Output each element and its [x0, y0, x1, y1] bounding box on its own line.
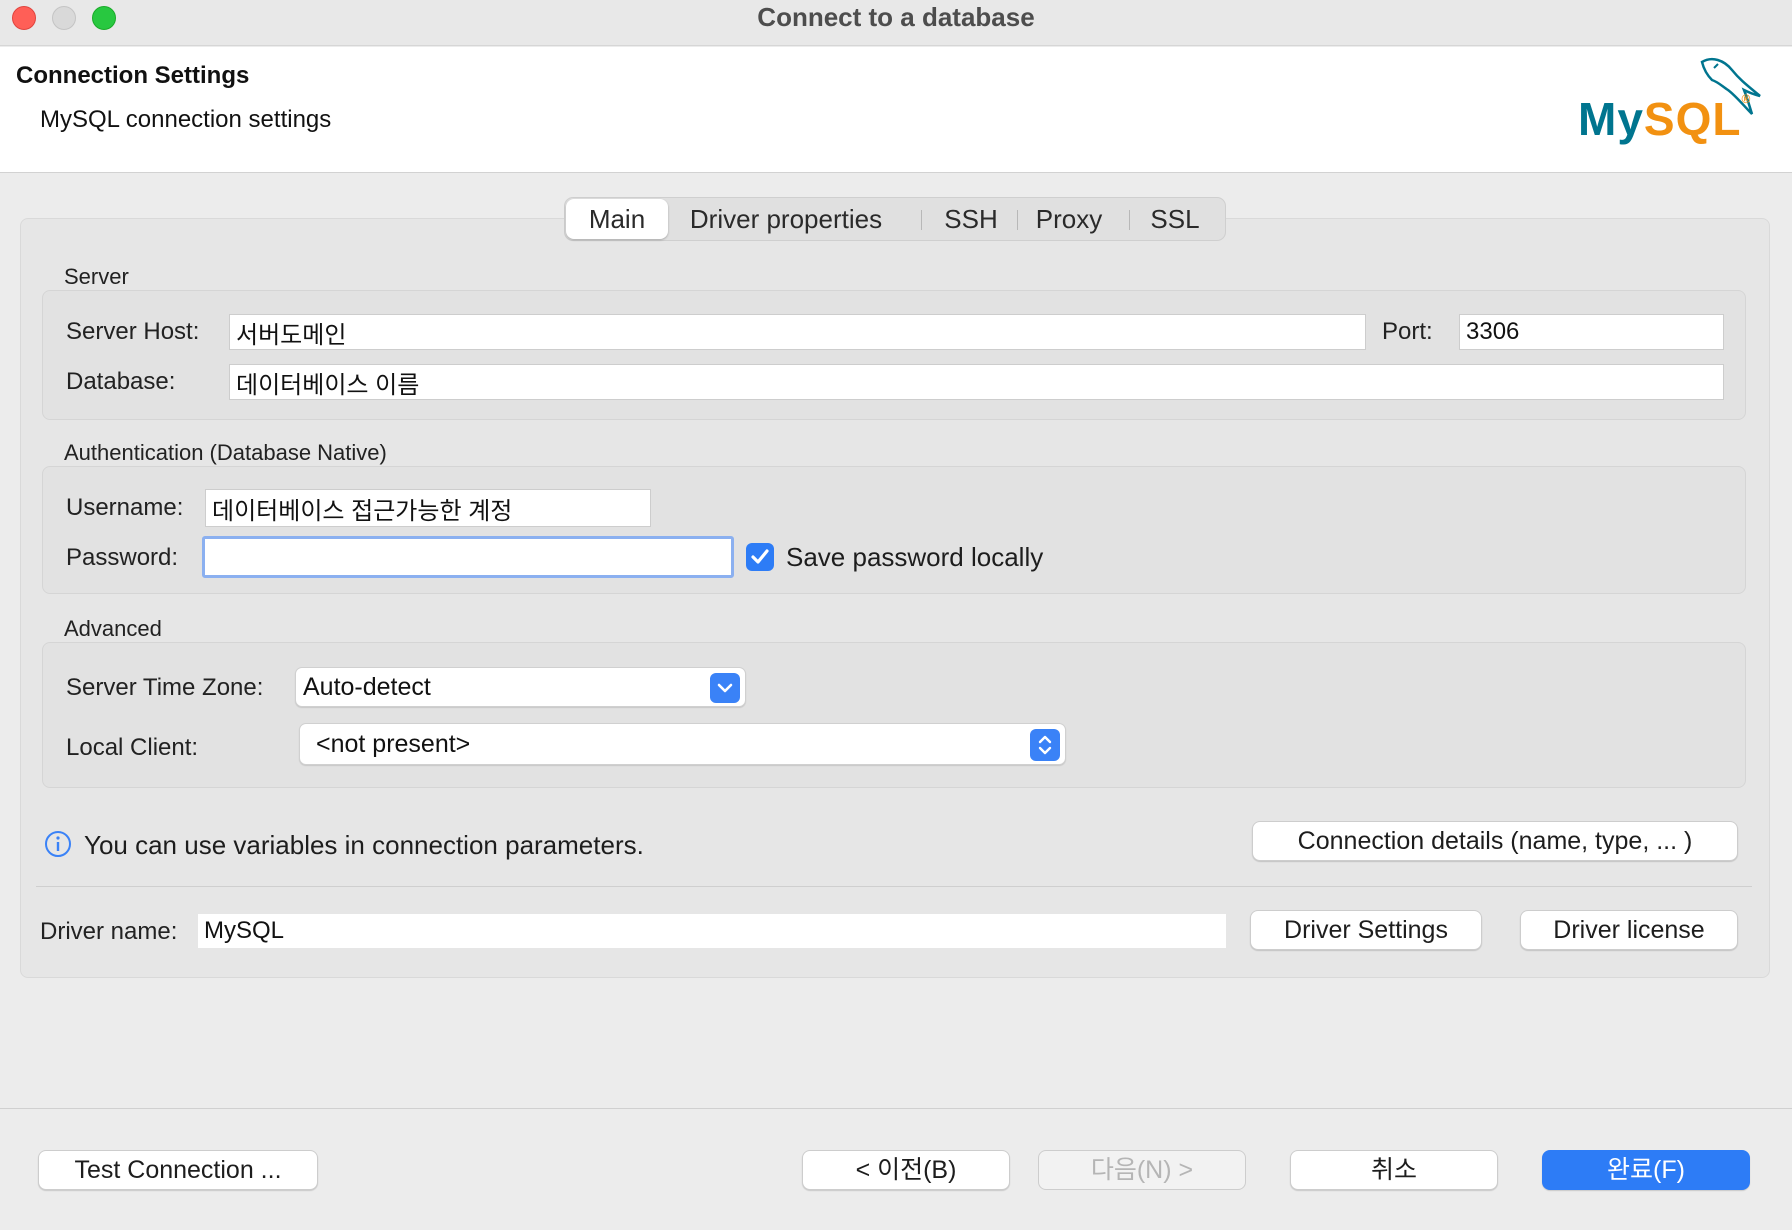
local-client-value: <not present>	[316, 730, 471, 758]
stepper-updown-icon[interactable]	[1030, 729, 1060, 761]
port-label: Port:	[1382, 318, 1433, 345]
tab-proxy[interactable]: Proxy	[1021, 198, 1117, 240]
database-input[interactable]	[229, 364, 1724, 400]
tab-ssl[interactable]: SSL	[1133, 198, 1217, 240]
server-group	[42, 290, 1746, 420]
database-label: Database:	[66, 368, 176, 395]
tab-driver-properties[interactable]: Driver properties	[675, 198, 897, 240]
tab-separator	[1129, 210, 1130, 230]
footer-divider	[0, 1108, 1792, 1109]
finish-button[interactable]: 완료(F)	[1542, 1150, 1750, 1190]
tab-main[interactable]: Main	[566, 199, 668, 239]
window-title: Connect to a database	[757, 2, 1035, 32]
driver-name-label: Driver name:	[40, 918, 178, 945]
connection-details-button[interactable]: Connection details (name, type, ... )	[1252, 821, 1738, 861]
password-label: Password:	[66, 544, 179, 571]
server-group-label: Server	[64, 264, 129, 289]
auth-group-label: Authentication (Database Native)	[64, 440, 387, 465]
next-button[interactable]: 다음(N) >	[1038, 1150, 1246, 1190]
port-input[interactable]	[1459, 314, 1724, 350]
driver-name-field	[198, 914, 1226, 948]
username-label: Username:	[66, 494, 184, 521]
chevron-down-icon[interactable]	[710, 673, 740, 703]
local-client-select[interactable]: <not present>	[299, 723, 1066, 765]
mysql-logo: MySQL®	[1572, 52, 1782, 162]
tab-ssh[interactable]: SSH	[927, 198, 1015, 240]
checkmark-icon	[751, 549, 769, 564]
mysql-logo-text: MySQL®	[1578, 92, 1752, 145]
timezone-value: Auto-detect	[303, 673, 431, 701]
driver-settings-button[interactable]: Driver Settings	[1250, 910, 1482, 950]
advanced-group-label: Advanced	[64, 616, 162, 641]
timezone-select[interactable]: Auto-detect	[295, 667, 746, 707]
server-host-label: Server Host:	[66, 318, 200, 345]
driver-license-button[interactable]: Driver license	[1520, 910, 1738, 950]
tab-separator	[1017, 210, 1018, 230]
back-button[interactable]: < 이전(B)	[802, 1150, 1010, 1190]
advanced-group	[42, 642, 1746, 788]
save-password-checkbox[interactable]	[746, 543, 774, 571]
timezone-label: Server Time Zone:	[66, 674, 264, 701]
info-icon	[44, 830, 72, 858]
server-host-input[interactable]	[229, 314, 1366, 350]
tab-bar: Main Driver properties SSH Proxy SSL	[564, 197, 1226, 241]
cancel-button[interactable]: 취소	[1290, 1150, 1498, 1190]
save-password-label[interactable]: Save password locally	[786, 542, 1043, 573]
password-input[interactable]	[202, 536, 734, 578]
divider	[36, 886, 1752, 887]
test-connection-button[interactable]: Test Connection ...	[38, 1150, 318, 1190]
variables-info-text: You can use variables in connection para…	[84, 830, 644, 860]
local-client-label: Local Client:	[66, 734, 199, 761]
page-subtitle: MySQL connection settings	[40, 106, 332, 133]
page-title: Connection Settings	[16, 62, 250, 89]
tab-separator	[921, 210, 922, 230]
username-input[interactable]	[205, 489, 651, 527]
